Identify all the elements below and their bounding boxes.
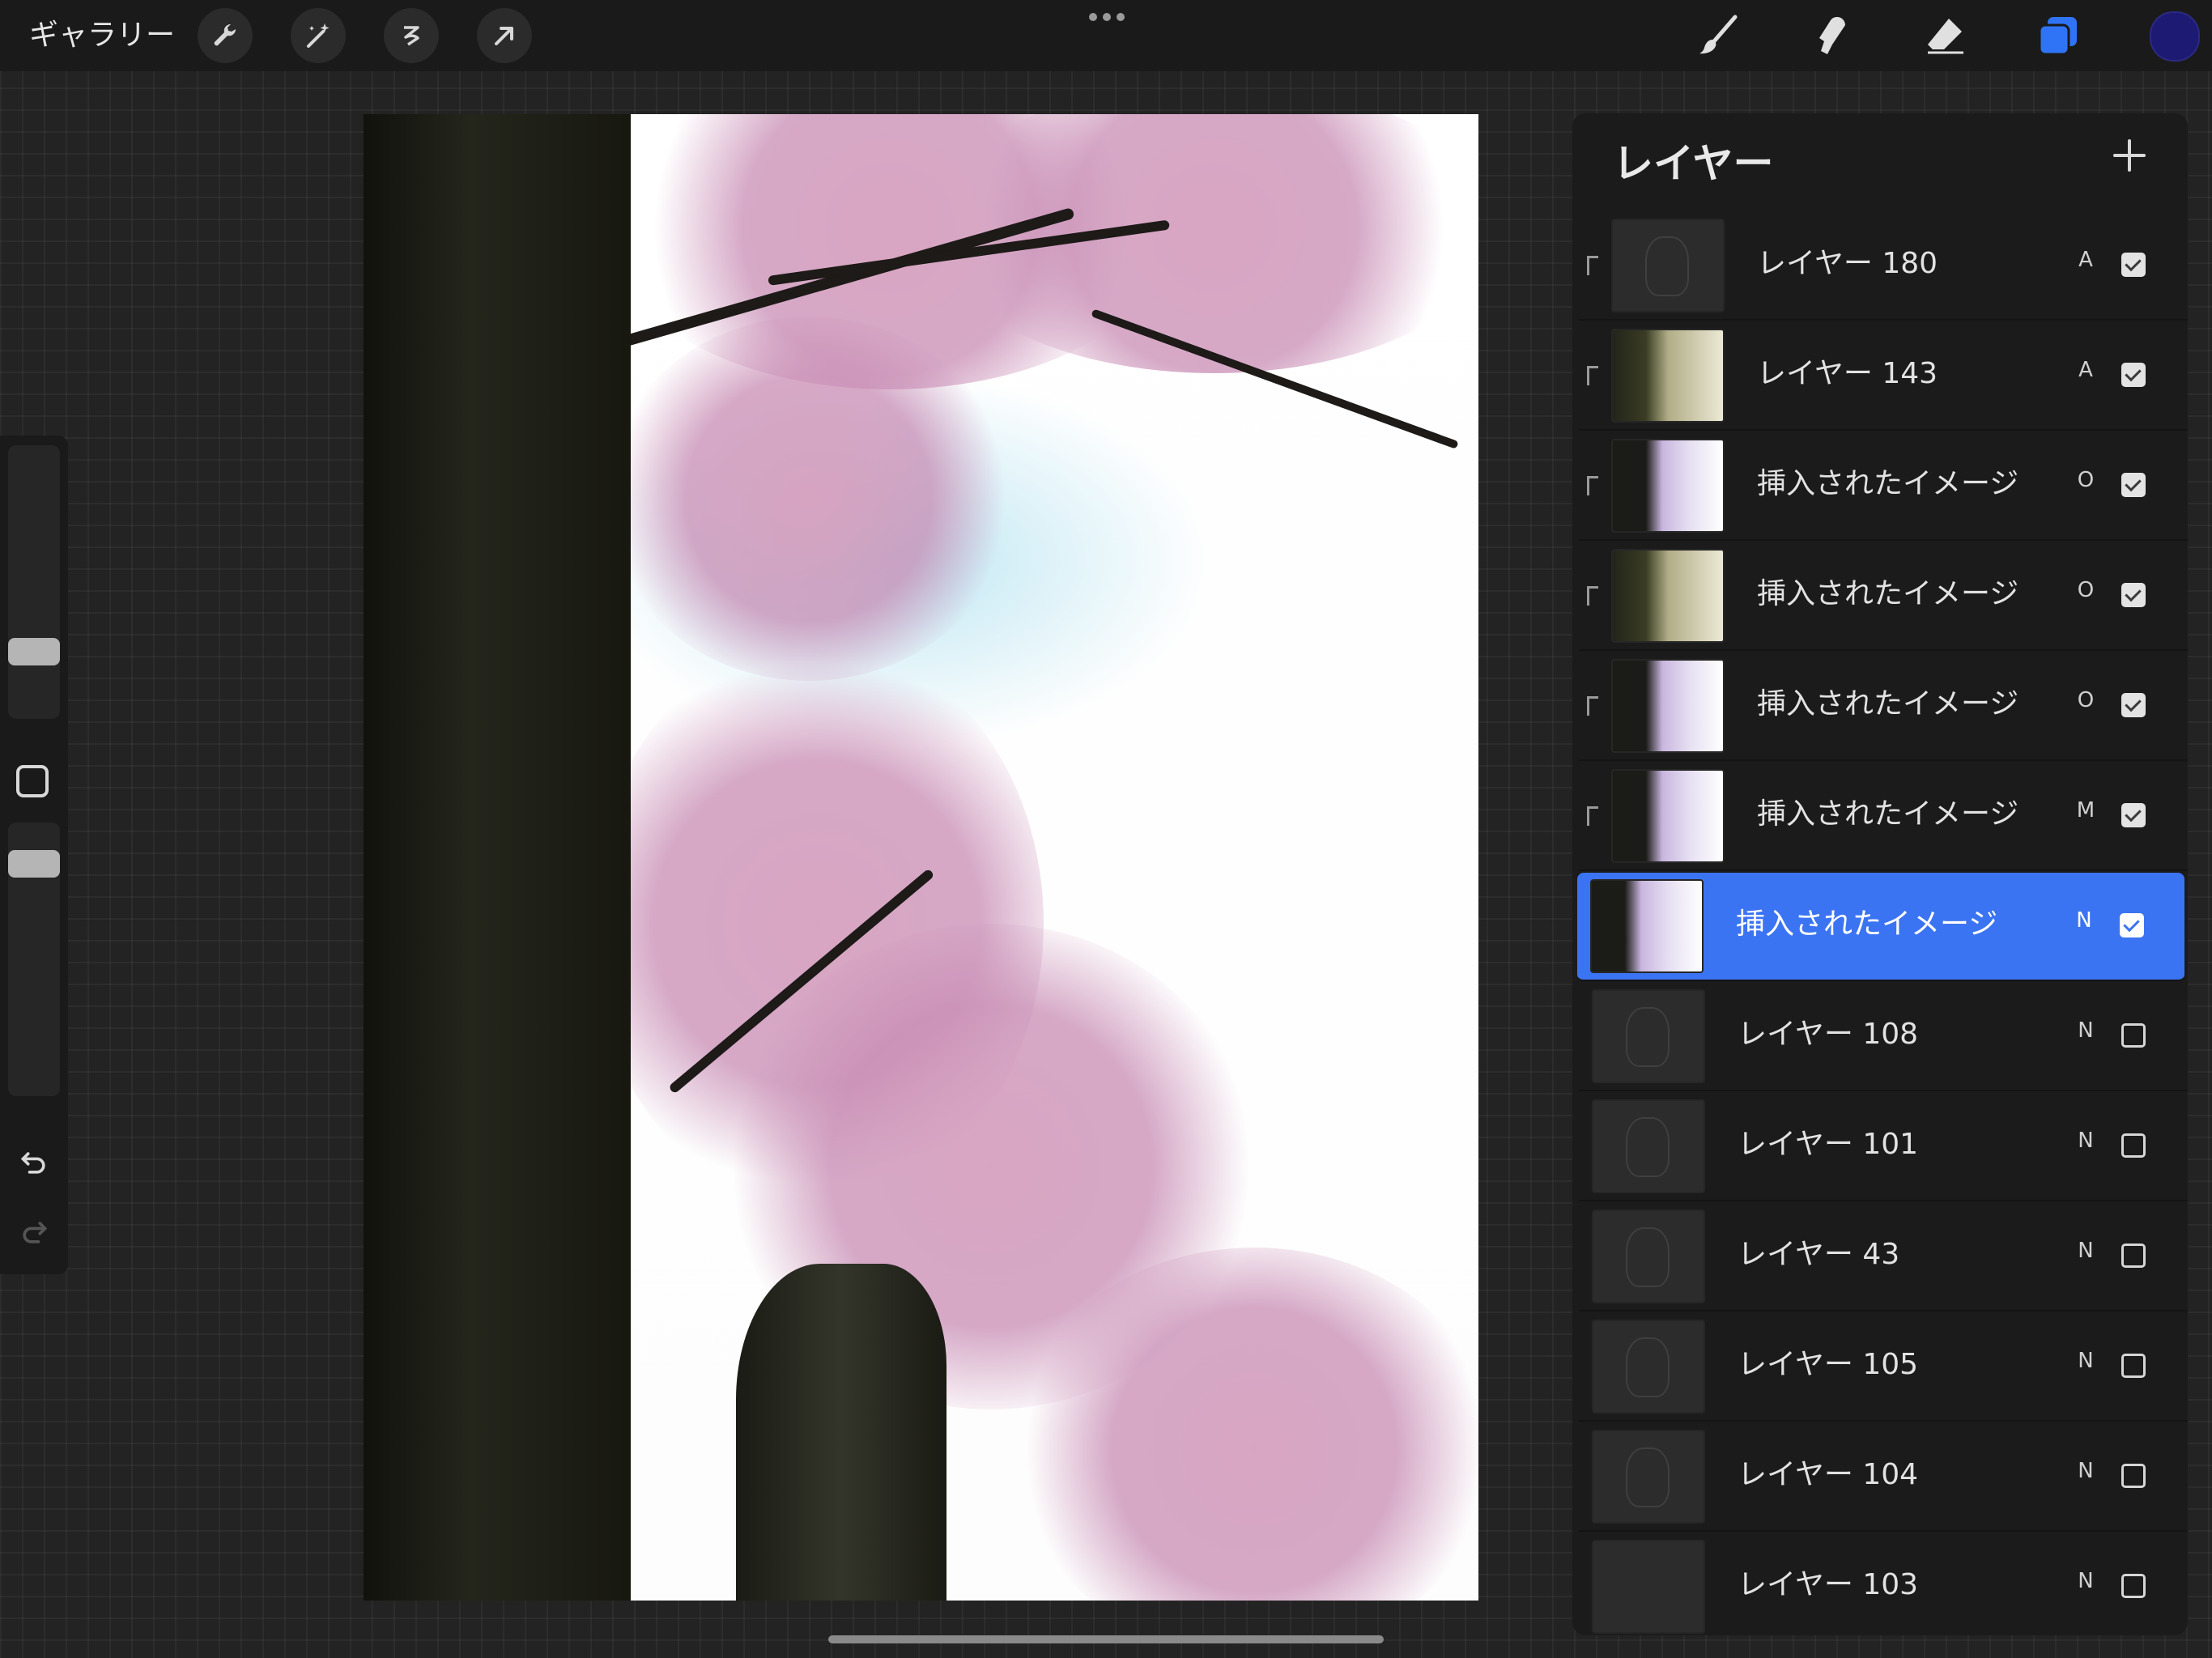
layer-visibility-checkbox[interactable] (2121, 473, 2146, 497)
layer-name: 挿入されたイメージ (1757, 577, 2019, 610)
blend-mode-button[interactable]: N (2068, 908, 2100, 933)
blend-mode-button[interactable]: O (2069, 468, 2102, 492)
layer-thumbnail[interactable] (1590, 879, 1704, 973)
layer-name: レイヤー 143 (1757, 357, 1938, 390)
smudge-icon[interactable] (1806, 10, 1857, 62)
plus-icon[interactable] (2110, 136, 2149, 175)
blend-mode-button[interactable]: O (2069, 688, 2102, 712)
layer-name: レイヤー 103 (1738, 1568, 1919, 1601)
layer-row[interactable]: レイヤー 104 N (1579, 1423, 2188, 1532)
layer-name: 挿入されたイメージ (1757, 797, 2019, 831)
blend-mode-button[interactable]: N (2069, 1018, 2102, 1043)
layer-row[interactable]: 挿入されたイメージ O (1579, 432, 2188, 541)
clipping-mask-icon (1587, 586, 1598, 606)
more-options-icon[interactable] (1089, 13, 1125, 26)
layer-row[interactable]: レイヤー 180 A (1579, 212, 2188, 321)
gallery-button[interactable]: ギャラリー (29, 16, 175, 55)
opacity-slider[interactable] (8, 823, 60, 1096)
magic-wand-icon[interactable] (291, 8, 346, 63)
blend-mode-button[interactable]: A (2069, 358, 2102, 382)
layer-row[interactable]: 挿入されたイメージ O (1579, 653, 2188, 761)
undo-icon[interactable] (16, 1145, 52, 1180)
drawing-canvas[interactable] (364, 114, 1478, 1601)
layer-thumbnail[interactable] (1611, 329, 1725, 423)
layer-row[interactable]: 挿入されたイメージ N (1577, 873, 2184, 981)
layer-visibility-checkbox[interactable] (2121, 1574, 2146, 1598)
layer-visibility-checkbox[interactable] (2121, 1244, 2146, 1268)
layer-visibility-checkbox[interactable] (2121, 803, 2146, 827)
layer-name: レイヤー 180 (1757, 247, 1938, 280)
top-toolbar: ギャラリー (0, 0, 2212, 71)
layer-name: レイヤー 101 (1738, 1128, 1919, 1161)
tree-trunk (364, 114, 631, 1601)
layers-icon[interactable] (2032, 10, 2084, 62)
clipping-mask-icon (1587, 256, 1598, 275)
layer-visibility-checkbox[interactable] (2121, 583, 2146, 607)
layer-visibility-checkbox[interactable] (2120, 913, 2144, 937)
layer-row[interactable]: レイヤー 143 A (1579, 322, 2188, 431)
redo-icon[interactable] (16, 1214, 52, 1250)
layer-thumbnail[interactable] (1611, 219, 1725, 312)
layers-panel-title: レイヤー (1613, 140, 1774, 187)
layer-row[interactable]: 挿入されたイメージ M (1579, 763, 2188, 871)
brush-size-slider[interactable] (8, 445, 60, 719)
layer-row[interactable]: レイヤー 101 N (1579, 1093, 2188, 1201)
layer-name: 挿入されたイメージ (1757, 467, 2019, 500)
layer-thumbnail[interactable] (1611, 659, 1725, 753)
layer-visibility-checkbox[interactable] (2121, 1354, 2146, 1378)
clipping-mask-icon (1587, 476, 1598, 495)
layer-thumbnail[interactable] (1592, 1540, 1705, 1634)
blend-mode-button[interactable]: N (2069, 1239, 2102, 1263)
blend-mode-button[interactable]: N (2069, 1459, 2102, 1483)
eraser-icon[interactable] (1919, 10, 1971, 62)
blend-mode-button[interactable]: A (2069, 248, 2102, 272)
layer-thumbnail[interactable] (1611, 549, 1725, 643)
blend-mode-button[interactable]: N (2069, 1129, 2102, 1153)
layer-name: レイヤー 43 (1738, 1238, 1900, 1271)
layer-visibility-checkbox[interactable] (2121, 1464, 2146, 1488)
blend-mode-button[interactable]: O (2069, 578, 2102, 602)
layer-row[interactable]: レイヤー 105 N (1579, 1313, 2188, 1422)
transform-arrow-icon[interactable] (477, 8, 532, 63)
layer-visibility-checkbox[interactable] (2121, 1023, 2146, 1048)
blend-mode-button[interactable]: M (2069, 798, 2102, 823)
layer-name: 挿入されたイメージ (1757, 687, 2019, 721)
layer-row[interactable]: レイヤー 103 N (1579, 1533, 2188, 1635)
layer-thumbnail[interactable] (1592, 1430, 1705, 1524)
selection-icon[interactable] (384, 8, 439, 63)
modify-button[interactable] (16, 765, 49, 797)
opacity-thumb[interactable] (8, 850, 60, 878)
layer-row[interactable]: レイヤー 43 N (1579, 1203, 2188, 1312)
layer-visibility-checkbox[interactable] (2121, 1133, 2146, 1158)
brush-icon[interactable] (1692, 10, 1744, 62)
layers-panel: レイヤー レイヤー 180 A レイヤー 143 A 挿入されたイメージ O 挿入されたイメ… (1572, 113, 2188, 1635)
layer-thumbnail[interactable] (1611, 439, 1725, 533)
layer-thumbnail[interactable] (1592, 1099, 1705, 1193)
layer-visibility-checkbox[interactable] (2121, 693, 2146, 717)
layer-visibility-checkbox[interactable] (2121, 253, 2146, 277)
blend-mode-button[interactable]: N (2069, 1349, 2102, 1373)
layer-name: レイヤー 108 (1738, 1018, 1919, 1051)
tree-trunk (736, 1264, 946, 1601)
layer-thumbnail[interactable] (1592, 1209, 1705, 1303)
layer-name: レイヤー 104 (1738, 1458, 1919, 1491)
home-indicator (828, 1635, 1384, 1643)
layer-thumbnail[interactable] (1611, 769, 1725, 863)
clipping-mask-icon (1587, 366, 1598, 385)
clipping-mask-icon (1587, 696, 1598, 716)
wrench-icon[interactable] (198, 8, 253, 63)
layer-thumbnail[interactable] (1592, 989, 1705, 1083)
layer-name: レイヤー 105 (1738, 1348, 1919, 1381)
layer-row[interactable]: レイヤー 108 N (1579, 983, 2188, 1091)
layer-row[interactable]: 挿入されたイメージ O (1579, 542, 2188, 651)
color-picker-button[interactable] (2150, 11, 2200, 62)
brush-size-thumb[interactable] (8, 638, 60, 665)
blend-mode-button[interactable]: N (2069, 1569, 2102, 1593)
left-sidebar (0, 436, 68, 1274)
layer-thumbnail[interactable] (1592, 1320, 1705, 1414)
clipping-mask-icon (1587, 806, 1598, 826)
layer-name: 挿入されたイメージ (1736, 908, 1998, 941)
layer-visibility-checkbox[interactable] (2121, 363, 2146, 387)
blossom-cluster (606, 317, 1011, 681)
